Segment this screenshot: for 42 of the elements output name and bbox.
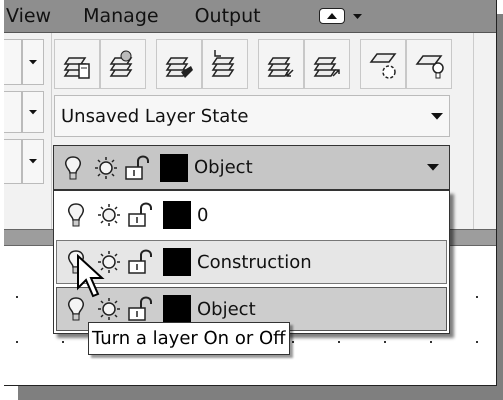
layer-tool-button[interactable] <box>258 39 304 89</box>
color-swatch <box>160 154 188 182</box>
ribbon-tab[interactable]: Output <box>194 2 261 30</box>
layer-tool-button[interactable] <box>54 39 100 89</box>
ribbon-tab[interactable]: Manage <box>83 2 159 30</box>
minimize-ribbon-button[interactable] <box>318 8 345 24</box>
triangle-up-icon <box>326 13 337 19</box>
layer-tool-button[interactable] <box>100 39 146 89</box>
open-padlock-icon <box>124 154 150 180</box>
sun-icon <box>97 297 121 321</box>
dropdown-field[interactable] <box>4 139 22 184</box>
dropdown-field[interactable] <box>4 39 22 85</box>
layer-list-item[interactable]: Construction <box>56 240 447 284</box>
light-bulb-icon <box>64 154 82 180</box>
light-bulb-icon <box>67 202 85 228</box>
layer-dropdown[interactable]: Object <box>53 145 450 190</box>
color-swatch <box>163 248 191 276</box>
color-swatch <box>163 295 191 323</box>
sun-icon <box>94 156 118 180</box>
layer-tool-button[interactable] <box>360 39 406 89</box>
sun-icon <box>97 250 121 274</box>
color-swatch <box>163 201 191 229</box>
open-padlock-icon <box>127 296 153 322</box>
ribbon-tab[interactable]: View <box>6 2 52 30</box>
light-bulb-icon <box>67 296 85 322</box>
caret-icon <box>427 164 439 171</box>
layer-state-dropdown[interactable]: Unsaved Layer State <box>54 95 450 137</box>
layer-tool-button[interactable] <box>406 39 452 89</box>
layer-tool-button[interactable] <box>202 39 248 89</box>
caret-icon <box>29 110 37 114</box>
caret-icon <box>431 112 443 120</box>
caret-icon <box>352 14 362 18</box>
mouse-pointer-icon <box>76 254 106 300</box>
layer-tool-button[interactable] <box>304 39 350 89</box>
caret-icon <box>29 159 37 164</box>
open-padlock-icon <box>127 202 153 228</box>
tooltip: Turn a layer On or Off <box>88 322 290 355</box>
dropdown-field[interactable] <box>4 91 22 133</box>
sun-icon <box>97 203 121 227</box>
layer-tool-button[interactable] <box>156 39 202 89</box>
caret-icon <box>29 60 37 64</box>
open-padlock-icon <box>127 249 153 275</box>
